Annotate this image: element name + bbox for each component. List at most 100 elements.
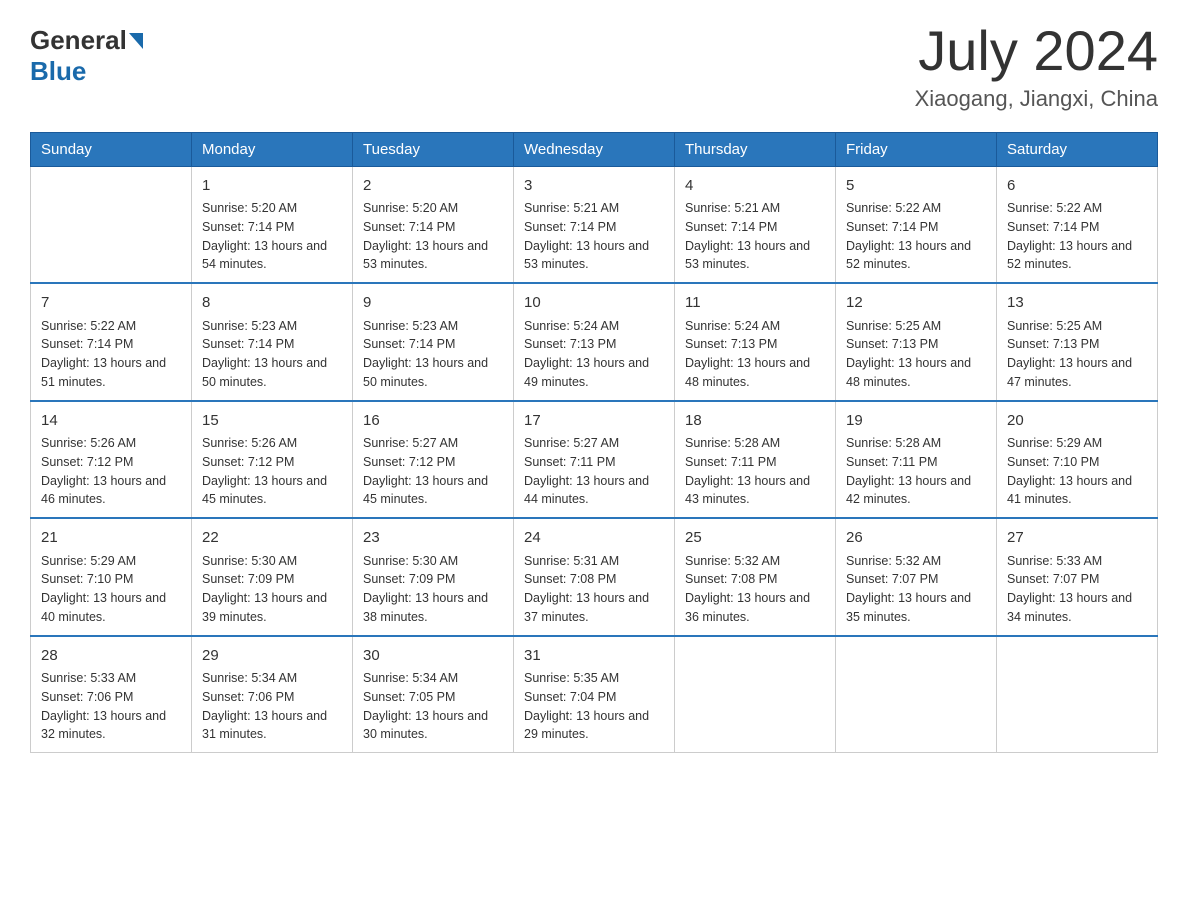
day-info: Sunrise: 5:32 AMSunset: 7:08 PMDaylight:… — [685, 552, 825, 627]
day-info: Sunrise: 5:29 AMSunset: 7:10 PMDaylight:… — [1007, 434, 1147, 509]
week-row-5: 28Sunrise: 5:33 AMSunset: 7:06 PMDayligh… — [31, 636, 1158, 753]
calendar-cell: 19Sunrise: 5:28 AMSunset: 7:11 PMDayligh… — [836, 401, 997, 519]
week-row-1: 1Sunrise: 5:20 AMSunset: 7:14 PMDaylight… — [31, 166, 1158, 283]
day-info: Sunrise: 5:21 AMSunset: 7:14 PMDaylight:… — [524, 199, 664, 274]
day-info: Sunrise: 5:31 AMSunset: 7:08 PMDaylight:… — [524, 552, 664, 627]
day-number: 14 — [41, 410, 181, 433]
calendar-cell: 16Sunrise: 5:27 AMSunset: 7:12 PMDayligh… — [353, 401, 514, 519]
day-number: 3 — [524, 175, 664, 198]
calendar-cell: 2Sunrise: 5:20 AMSunset: 7:14 PMDaylight… — [353, 166, 514, 283]
calendar-cell: 8Sunrise: 5:23 AMSunset: 7:14 PMDaylight… — [192, 283, 353, 401]
logo-general-text: General — [30, 25, 127, 56]
calendar-cell: 22Sunrise: 5:30 AMSunset: 7:09 PMDayligh… — [192, 518, 353, 636]
calendar-cell: 4Sunrise: 5:21 AMSunset: 7:14 PMDaylight… — [675, 166, 836, 283]
day-number: 10 — [524, 292, 664, 315]
calendar-location: Xiaogang, Jiangxi, China — [915, 86, 1158, 112]
day-info: Sunrise: 5:26 AMSunset: 7:12 PMDaylight:… — [202, 434, 342, 509]
days-header-row: SundayMondayTuesdayWednesdayThursdayFrid… — [31, 132, 1158, 166]
day-info: Sunrise: 5:33 AMSunset: 7:07 PMDaylight:… — [1007, 552, 1147, 627]
day-number: 24 — [524, 527, 664, 550]
day-info: Sunrise: 5:26 AMSunset: 7:12 PMDaylight:… — [41, 434, 181, 509]
calendar-cell: 17Sunrise: 5:27 AMSunset: 7:11 PMDayligh… — [514, 401, 675, 519]
day-number: 20 — [1007, 410, 1147, 433]
day-info: Sunrise: 5:23 AMSunset: 7:14 PMDaylight:… — [363, 317, 503, 392]
day-header-thursday: Thursday — [675, 132, 836, 166]
week-row-3: 14Sunrise: 5:26 AMSunset: 7:12 PMDayligh… — [31, 401, 1158, 519]
calendar-title: July 2024 — [915, 20, 1158, 82]
calendar-cell: 9Sunrise: 5:23 AMSunset: 7:14 PMDaylight… — [353, 283, 514, 401]
day-info: Sunrise: 5:21 AMSunset: 7:14 PMDaylight:… — [685, 199, 825, 274]
calendar-cell: 6Sunrise: 5:22 AMSunset: 7:14 PMDaylight… — [997, 166, 1158, 283]
day-number: 31 — [524, 645, 664, 668]
day-number: 17 — [524, 410, 664, 433]
day-info: Sunrise: 5:30 AMSunset: 7:09 PMDaylight:… — [202, 552, 342, 627]
calendar-cell: 7Sunrise: 5:22 AMSunset: 7:14 PMDaylight… — [31, 283, 192, 401]
day-number: 30 — [363, 645, 503, 668]
calendar-cell — [31, 166, 192, 283]
day-number: 8 — [202, 292, 342, 315]
day-number: 27 — [1007, 527, 1147, 550]
day-header-sunday: Sunday — [31, 132, 192, 166]
day-number: 19 — [846, 410, 986, 433]
calendar-table: SundayMondayTuesdayWednesdayThursdayFrid… — [30, 132, 1158, 754]
calendar-cell — [836, 636, 997, 753]
calendar-cell: 20Sunrise: 5:29 AMSunset: 7:10 PMDayligh… — [997, 401, 1158, 519]
day-info: Sunrise: 5:25 AMSunset: 7:13 PMDaylight:… — [846, 317, 986, 392]
day-number: 5 — [846, 175, 986, 198]
calendar-cell: 23Sunrise: 5:30 AMSunset: 7:09 PMDayligh… — [353, 518, 514, 636]
calendar-cell: 28Sunrise: 5:33 AMSunset: 7:06 PMDayligh… — [31, 636, 192, 753]
day-number: 21 — [41, 527, 181, 550]
calendar-cell: 15Sunrise: 5:26 AMSunset: 7:12 PMDayligh… — [192, 401, 353, 519]
day-header-tuesday: Tuesday — [353, 132, 514, 166]
day-info: Sunrise: 5:25 AMSunset: 7:13 PMDaylight:… — [1007, 317, 1147, 392]
day-number: 11 — [685, 292, 825, 315]
day-info: Sunrise: 5:27 AMSunset: 7:12 PMDaylight:… — [363, 434, 503, 509]
week-row-2: 7Sunrise: 5:22 AMSunset: 7:14 PMDaylight… — [31, 283, 1158, 401]
day-number: 23 — [363, 527, 503, 550]
logo-blue-text: Blue — [30, 56, 86, 87]
day-info: Sunrise: 5:30 AMSunset: 7:09 PMDaylight:… — [363, 552, 503, 627]
day-number: 7 — [41, 292, 181, 315]
day-info: Sunrise: 5:29 AMSunset: 7:10 PMDaylight:… — [41, 552, 181, 627]
day-number: 26 — [846, 527, 986, 550]
day-info: Sunrise: 5:28 AMSunset: 7:11 PMDaylight:… — [846, 434, 986, 509]
day-number: 1 — [202, 175, 342, 198]
day-header-friday: Friday — [836, 132, 997, 166]
day-number: 22 — [202, 527, 342, 550]
calendar-cell — [675, 636, 836, 753]
day-info: Sunrise: 5:24 AMSunset: 7:13 PMDaylight:… — [524, 317, 664, 392]
day-info: Sunrise: 5:35 AMSunset: 7:04 PMDaylight:… — [524, 669, 664, 744]
day-number: 16 — [363, 410, 503, 433]
day-info: Sunrise: 5:33 AMSunset: 7:06 PMDaylight:… — [41, 669, 181, 744]
day-info: Sunrise: 5:23 AMSunset: 7:14 PMDaylight:… — [202, 317, 342, 392]
logo: General Blue — [30, 20, 143, 87]
day-number: 29 — [202, 645, 342, 668]
day-info: Sunrise: 5:22 AMSunset: 7:14 PMDaylight:… — [846, 199, 986, 274]
calendar-cell: 3Sunrise: 5:21 AMSunset: 7:14 PMDaylight… — [514, 166, 675, 283]
day-info: Sunrise: 5:24 AMSunset: 7:13 PMDaylight:… — [685, 317, 825, 392]
calendar-cell: 25Sunrise: 5:32 AMSunset: 7:08 PMDayligh… — [675, 518, 836, 636]
day-number: 25 — [685, 527, 825, 550]
day-info: Sunrise: 5:28 AMSunset: 7:11 PMDaylight:… — [685, 434, 825, 509]
day-number: 2 — [363, 175, 503, 198]
day-header-wednesday: Wednesday — [514, 132, 675, 166]
day-number: 15 — [202, 410, 342, 433]
calendar-cell: 30Sunrise: 5:34 AMSunset: 7:05 PMDayligh… — [353, 636, 514, 753]
day-header-monday: Monday — [192, 132, 353, 166]
day-header-saturday: Saturday — [997, 132, 1158, 166]
day-number: 18 — [685, 410, 825, 433]
day-info: Sunrise: 5:34 AMSunset: 7:06 PMDaylight:… — [202, 669, 342, 744]
calendar-cell: 21Sunrise: 5:29 AMSunset: 7:10 PMDayligh… — [31, 518, 192, 636]
week-row-4: 21Sunrise: 5:29 AMSunset: 7:10 PMDayligh… — [31, 518, 1158, 636]
day-info: Sunrise: 5:27 AMSunset: 7:11 PMDaylight:… — [524, 434, 664, 509]
logo-blue-part — [127, 33, 143, 49]
day-number: 28 — [41, 645, 181, 668]
day-number: 6 — [1007, 175, 1147, 198]
calendar-cell: 24Sunrise: 5:31 AMSunset: 7:08 PMDayligh… — [514, 518, 675, 636]
day-number: 9 — [363, 292, 503, 315]
logo-arrow-icon — [129, 33, 143, 49]
day-number: 13 — [1007, 292, 1147, 315]
calendar-cell: 12Sunrise: 5:25 AMSunset: 7:13 PMDayligh… — [836, 283, 997, 401]
day-number: 12 — [846, 292, 986, 315]
calendar-cell: 26Sunrise: 5:32 AMSunset: 7:07 PMDayligh… — [836, 518, 997, 636]
